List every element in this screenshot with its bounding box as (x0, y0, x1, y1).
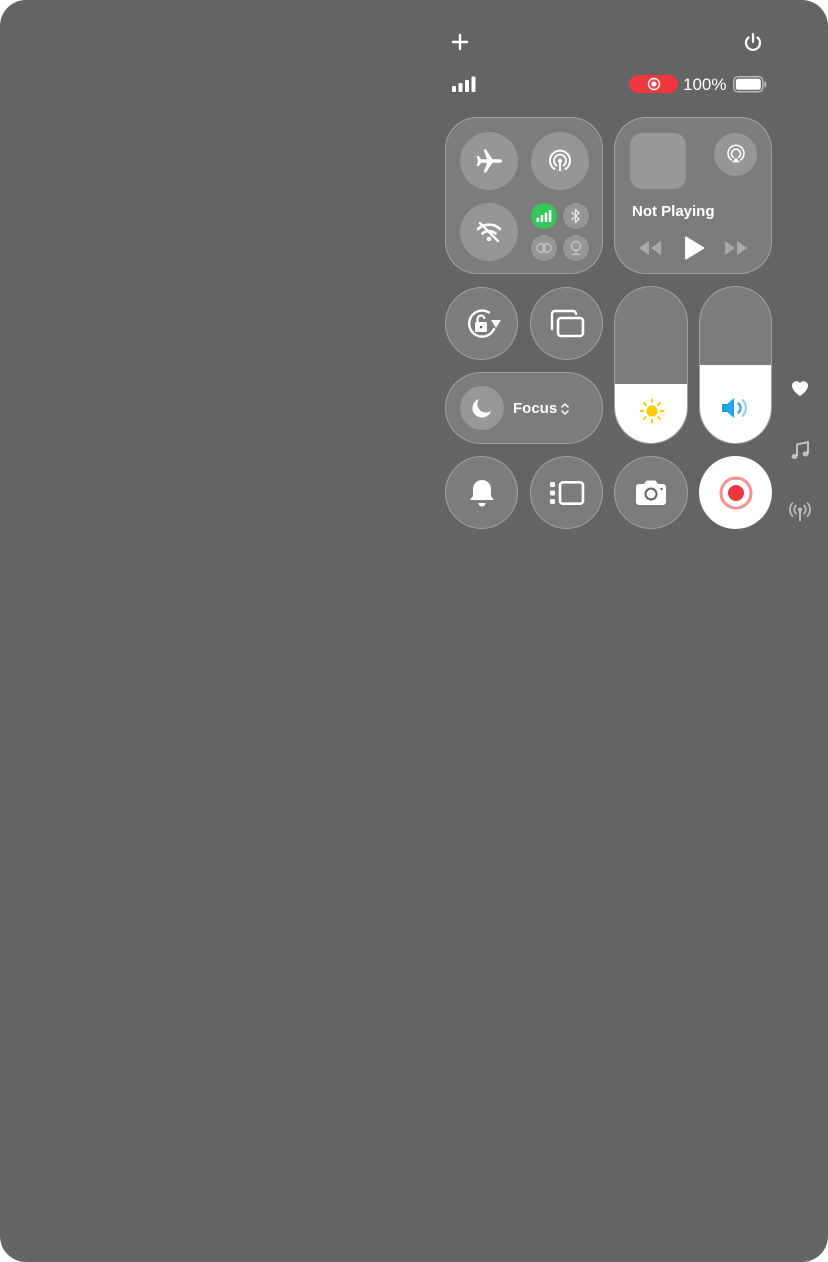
cellular-data-toggle[interactable] (531, 203, 557, 229)
battery-icon (733, 76, 767, 93)
brightness-slider[interactable] (614, 286, 688, 444)
volume-speaker (719, 394, 753, 422)
focus-label: Focus (513, 400, 558, 417)
sun-icon (639, 398, 665, 424)
play-icon (685, 236, 704, 260)
chevron-up-down-icon (561, 403, 569, 415)
airdrop-toggle[interactable] (531, 132, 589, 190)
stage-manager-toggle[interactable] (530, 456, 603, 529)
rotation-lock-icon (467, 308, 501, 338)
signal-bars-icon (452, 76, 476, 92)
silent-mode-toggle[interactable] (445, 456, 518, 529)
screen-mirroring-icon (550, 309, 584, 337)
airdrop-icon (549, 149, 571, 171)
focus-chevron (559, 401, 571, 417)
focus-moon-badge (460, 386, 504, 430)
link-circles-icon (536, 243, 552, 253)
record-icon (719, 476, 752, 509)
focus-link-toggle[interactable] (531, 235, 557, 261)
screen-recording-button[interactable] (699, 456, 772, 529)
battery-percentage: 100% (683, 75, 727, 94)
satellite-toggle[interactable] (563, 235, 589, 261)
screen-mirroring-button[interactable] (530, 287, 603, 360)
cellular-bars-icon (536, 210, 552, 222)
next-track-button[interactable] (722, 237, 750, 259)
connectivity-panel (445, 117, 603, 274)
satellite-icon (570, 240, 582, 256)
focus-button[interactable]: Focus (445, 372, 603, 444)
now-playing-title: Not Playing (632, 203, 715, 220)
music-note-icon (791, 441, 809, 459)
power-icon (744, 32, 762, 51)
bluetooth-toggle[interactable] (563, 203, 589, 229)
plus-icon (451, 33, 469, 51)
volume-slider[interactable] (699, 286, 772, 444)
heart-icon (792, 381, 808, 396)
cellular-signal-indicator (451, 76, 479, 92)
wifi-toggle[interactable] (460, 203, 518, 261)
bluetooth-icon (571, 208, 580, 224)
orientation-lock-toggle[interactable] (445, 287, 518, 360)
play-button[interactable] (681, 234, 707, 262)
speaker-icon (722, 398, 747, 418)
add-control-button[interactable] (446, 28, 474, 56)
forward-icon (725, 241, 747, 255)
power-button[interactable] (739, 28, 767, 56)
recording-status-pill (629, 75, 678, 93)
stage-manager-icon (549, 480, 584, 505)
antenna-icon (789, 502, 811, 522)
bell-icon (469, 479, 494, 506)
airplane-icon (476, 149, 502, 173)
wifi-off-icon (476, 221, 502, 243)
backward-icon (639, 241, 661, 255)
favorites-page-indicator[interactable] (789, 377, 811, 399)
battery-indicator (733, 76, 767, 93)
music-page-indicator[interactable] (789, 440, 811, 462)
control-center: 100% Not Playing Focus (0, 0, 828, 1262)
airplay-audio-icon (726, 144, 745, 162)
airplay-button[interactable] (714, 133, 757, 176)
airplane-mode-toggle[interactable] (460, 132, 518, 190)
connectivity-page-indicator[interactable] (789, 501, 811, 523)
brightness-sun (638, 397, 666, 425)
moon-icon (472, 399, 491, 418)
previous-track-button[interactable] (636, 237, 664, 259)
album-artwork[interactable] (630, 133, 686, 189)
record-dot-icon (647, 77, 660, 91)
camera-icon (636, 480, 666, 505)
camera-button[interactable] (614, 456, 688, 529)
now-playing-panel: Not Playing (614, 117, 772, 274)
